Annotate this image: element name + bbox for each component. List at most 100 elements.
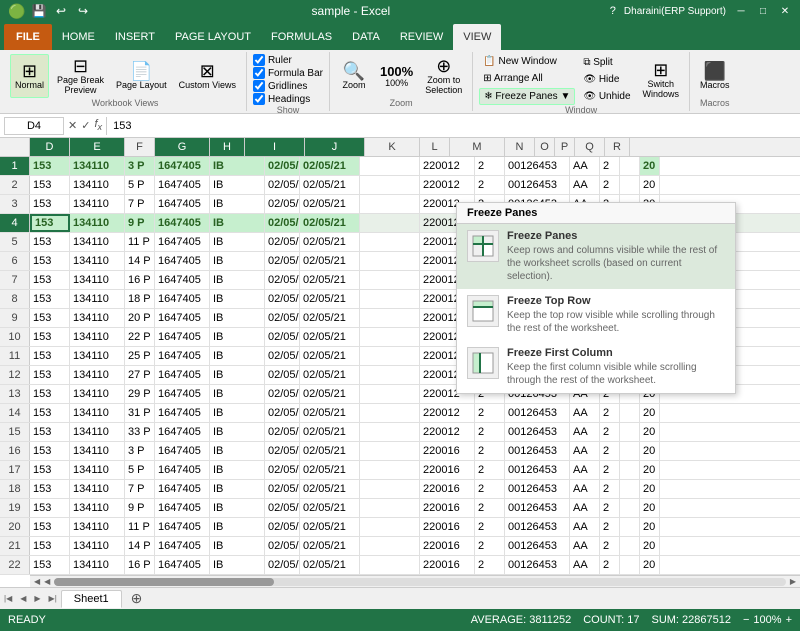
cell[interactable]: 2 bbox=[600, 157, 620, 175]
cell[interactable]: 20 bbox=[640, 461, 660, 479]
cell[interactable]: 2 bbox=[600, 537, 620, 555]
cell[interactable] bbox=[360, 309, 420, 327]
cell[interactable]: 02/05/21 bbox=[265, 214, 300, 232]
cell[interactable]: 9 P bbox=[125, 214, 155, 232]
cell[interactable] bbox=[620, 480, 640, 498]
cell[interactable]: 02/05/21 bbox=[300, 347, 360, 365]
cell[interactable] bbox=[360, 518, 420, 536]
minimize-btn[interactable]: ─ bbox=[734, 4, 748, 18]
col-header-J[interactable]: J bbox=[305, 138, 365, 156]
cell[interactable]: 220016 bbox=[420, 518, 475, 536]
cell[interactable]: 20 bbox=[640, 499, 660, 517]
cell[interactable]: 134110 bbox=[70, 518, 125, 536]
cell[interactable]: 220012 bbox=[420, 176, 475, 194]
cell[interactable] bbox=[360, 423, 420, 441]
h-scroll-track[interactable] bbox=[54, 578, 786, 586]
cell[interactable] bbox=[620, 423, 640, 441]
cell[interactable] bbox=[360, 461, 420, 479]
cell[interactable]: 153 bbox=[30, 480, 70, 498]
cell[interactable]: 02/05/21 bbox=[300, 252, 360, 270]
cell[interactable]: 220012 bbox=[420, 423, 475, 441]
cell[interactable]: 220016 bbox=[420, 442, 475, 460]
cell[interactable]: 02/05/21 bbox=[300, 442, 360, 460]
col-header-P[interactable]: P bbox=[555, 138, 575, 156]
cell[interactable]: 31 P bbox=[125, 404, 155, 422]
cell[interactable] bbox=[620, 176, 640, 194]
cell[interactable]: 5 P bbox=[125, 461, 155, 479]
cell[interactable] bbox=[360, 366, 420, 384]
new-window-btn[interactable]: 📋 New Window bbox=[479, 54, 575, 69]
cell[interactable]: IB bbox=[210, 366, 265, 384]
row-number[interactable]: 2 bbox=[0, 176, 30, 194]
cell[interactable]: 153 bbox=[30, 233, 70, 251]
confirm-formula-icon[interactable]: ✓ bbox=[81, 119, 90, 132]
h-scroll-thumb[interactable] bbox=[54, 578, 273, 586]
cell[interactable]: IB bbox=[210, 556, 265, 574]
cell[interactable]: IB bbox=[210, 195, 265, 213]
cell[interactable]: 2 bbox=[600, 442, 620, 460]
cell[interactable]: AA bbox=[570, 176, 600, 194]
cell[interactable]: 153 bbox=[30, 271, 70, 289]
cell[interactable]: 9 P bbox=[125, 499, 155, 517]
row-number[interactable]: 17 bbox=[0, 461, 30, 479]
cell[interactable]: 02/05/21 bbox=[265, 537, 300, 555]
cell[interactable]: 14 P bbox=[125, 252, 155, 270]
cell[interactable]: 02/05/21 bbox=[300, 480, 360, 498]
tab-data[interactable]: DATA bbox=[342, 24, 390, 50]
cell[interactable] bbox=[620, 461, 640, 479]
cell[interactable]: 134110 bbox=[70, 480, 125, 498]
cell[interactable]: 153 bbox=[30, 556, 70, 574]
tab-review[interactable]: REVIEW bbox=[390, 24, 453, 50]
row-number[interactable]: 12 bbox=[0, 366, 30, 384]
cell[interactable]: 16 P bbox=[125, 556, 155, 574]
cell[interactable]: 134110 bbox=[70, 271, 125, 289]
cell[interactable]: 153 bbox=[30, 176, 70, 194]
cell[interactable]: AA bbox=[570, 442, 600, 460]
name-box[interactable] bbox=[4, 117, 64, 135]
cell[interactable]: 153 bbox=[30, 366, 70, 384]
cell[interactable] bbox=[360, 195, 420, 213]
zoom-out-btn[interactable]: − bbox=[743, 614, 749, 626]
cell[interactable]: 1647405 bbox=[155, 404, 210, 422]
row-number[interactable]: 13 bbox=[0, 385, 30, 403]
cell[interactable]: 2 bbox=[475, 537, 505, 555]
cell[interactable]: 2 bbox=[600, 176, 620, 194]
row-number[interactable]: 10 bbox=[0, 328, 30, 346]
cell[interactable]: 1647405 bbox=[155, 366, 210, 384]
cell[interactable]: 02/05/21 bbox=[265, 347, 300, 365]
cell[interactable]: 153 bbox=[30, 290, 70, 308]
cell[interactable]: 1647405 bbox=[155, 176, 210, 194]
scroll-left-btn[interactable]: ◀ bbox=[32, 577, 42, 586]
formula-bar-checkbox[interactable]: Formula Bar bbox=[253, 67, 323, 79]
col-header-H[interactable]: H bbox=[210, 138, 245, 156]
cell[interactable]: 27 P bbox=[125, 366, 155, 384]
cell[interactable]: 1647405 bbox=[155, 328, 210, 346]
cell[interactable]: AA bbox=[570, 499, 600, 517]
cell[interactable]: 220016 bbox=[420, 499, 475, 517]
cell[interactable] bbox=[360, 233, 420, 251]
cell[interactable]: 00126453 bbox=[505, 157, 570, 175]
cell[interactable]: 02/05/21 bbox=[300, 556, 360, 574]
cell[interactable]: AA bbox=[570, 556, 600, 574]
tab-file[interactable]: FILE bbox=[4, 24, 52, 50]
cell[interactable]: 134110 bbox=[70, 176, 125, 194]
cell[interactable]: 1647405 bbox=[155, 480, 210, 498]
cell[interactable]: 134110 bbox=[70, 290, 125, 308]
page-layout-view-btn[interactable]: 📄 Page Layout bbox=[112, 54, 171, 98]
cell[interactable]: IB bbox=[210, 518, 265, 536]
custom-views-btn[interactable]: ⊠ Custom Views bbox=[175, 54, 240, 98]
cell[interactable]: 134110 bbox=[70, 499, 125, 517]
row-number[interactable]: 11 bbox=[0, 347, 30, 365]
cell[interactable]: IB bbox=[210, 157, 265, 175]
cell[interactable]: 220012 bbox=[420, 404, 475, 422]
cell[interactable]: 1647405 bbox=[155, 499, 210, 517]
cell[interactable]: 153 bbox=[30, 328, 70, 346]
cell[interactable]: 1647405 bbox=[155, 271, 210, 289]
cell[interactable]: 02/05/21 bbox=[265, 480, 300, 498]
freeze-top-row-option[interactable]: Freeze Top Row Keep the top row visible … bbox=[457, 289, 735, 341]
gridlines-check[interactable] bbox=[253, 80, 265, 92]
cell[interactable]: 00126453 bbox=[505, 423, 570, 441]
save-quick-btn[interactable]: 💾 bbox=[30, 2, 48, 20]
cell[interactable]: AA bbox=[570, 537, 600, 555]
cell[interactable]: 02/05/21 bbox=[265, 271, 300, 289]
